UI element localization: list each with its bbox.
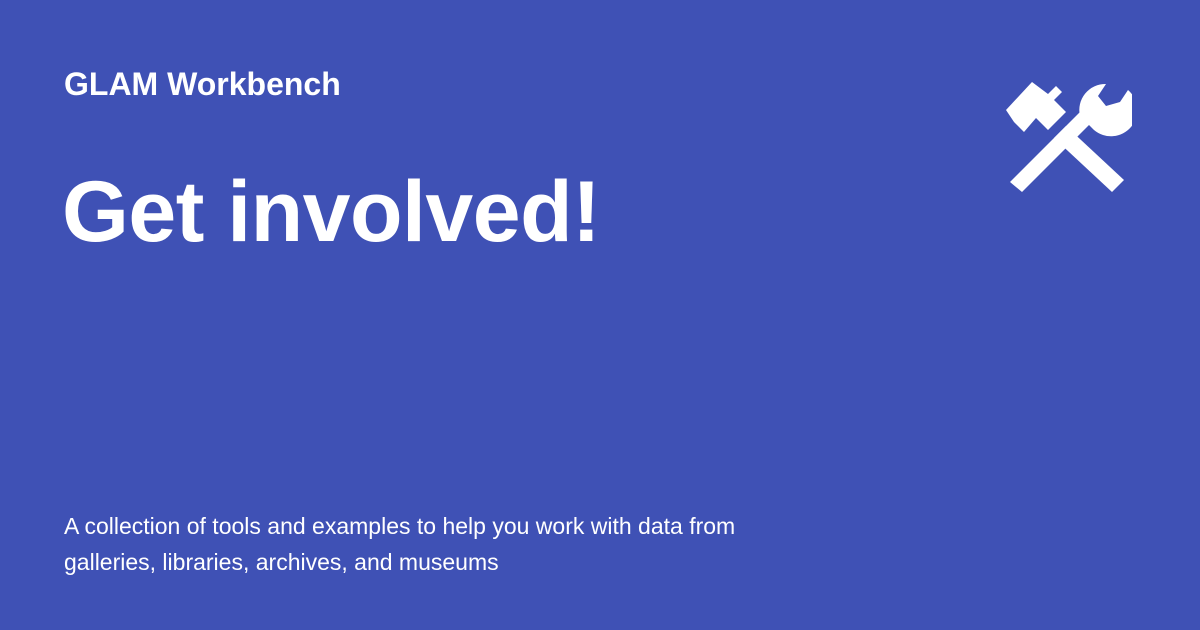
hammer-and-wrench-icon [996, 72, 1132, 200]
page-title: Get involved! [62, 164, 601, 260]
site-name: GLAM Workbench [64, 66, 341, 102]
social-card: GLAM Workbench Get involved! A collectio… [0, 0, 1200, 630]
site-description: A collection of tools and examples to he… [64, 513, 736, 575]
